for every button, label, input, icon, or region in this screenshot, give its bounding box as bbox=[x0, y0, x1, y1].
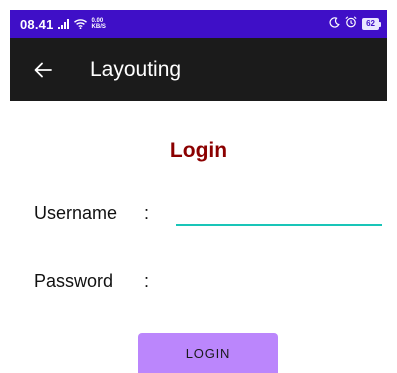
back-button[interactable] bbox=[32, 59, 54, 81]
username-colon: : bbox=[144, 203, 150, 223]
network-speed: 0.00 KB/S bbox=[92, 18, 106, 30]
battery-icon: 62 bbox=[362, 18, 381, 30]
login-button[interactable]: LOGIN bbox=[138, 333, 278, 373]
network-speed-unit: KB/S bbox=[91, 24, 106, 30]
password-input[interactable] bbox=[176, 266, 382, 294]
username-input[interactable] bbox=[176, 198, 382, 226]
app-title: Layouting bbox=[90, 57, 182, 81]
status-bar: 08.41 0.00 KB/S 62 bbox=[10, 10, 387, 38]
password-colon: : bbox=[144, 271, 150, 291]
username-label: Username bbox=[34, 203, 118, 223]
wifi-icon bbox=[73, 19, 87, 29]
status-right: 62 bbox=[329, 15, 381, 33]
status-left: 08.41 0.00 KB/S bbox=[20, 17, 106, 32]
arrow-left-icon bbox=[34, 62, 52, 77]
login-title: Login bbox=[169, 139, 228, 162]
moon-icon bbox=[329, 15, 340, 33]
app-bar: Layouting bbox=[10, 38, 387, 101]
battery-cap bbox=[379, 21, 381, 27]
app-screen: 08.41 0.00 KB/S 62 Layouting Login Usern… bbox=[0, 0, 397, 373]
battery-level: 62 bbox=[362, 18, 379, 30]
signal-icon bbox=[57, 19, 70, 29]
password-label: Password bbox=[34, 271, 114, 291]
alarm-icon bbox=[345, 15, 357, 33]
status-time: 08.41 bbox=[20, 16, 54, 32]
